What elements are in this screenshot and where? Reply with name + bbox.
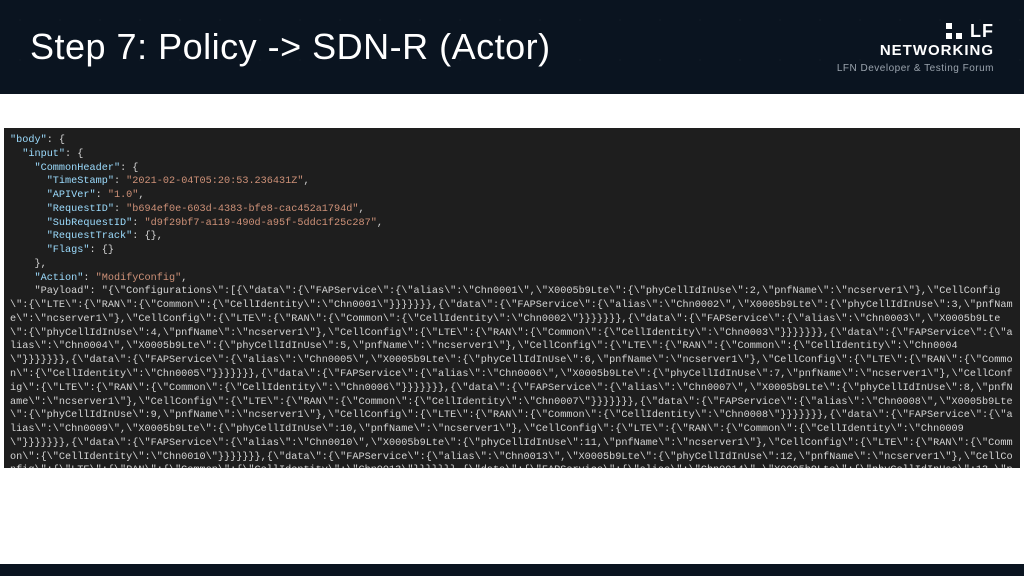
slide-title: Step 7: Policy -> SDN-R (Actor) [30,26,551,68]
logo-block: LF NETWORKING LFN Developer & Testing Fo… [837,21,994,74]
slide-header: Step 7: Policy -> SDN-R (Actor) LF NETWO… [0,0,1024,94]
logo-main-text: NETWORKING [837,42,994,59]
footer-strip [0,564,1024,576]
code-header-lines: "body": { "input": { "CommonHeader": { "… [10,135,383,284]
logo-top-text: LF [970,21,994,42]
logo-sub-text: LFN Developer & Testing Forum [837,63,994,74]
spacer [0,94,1024,128]
lf-logo-icon [944,21,964,41]
code-payload-line: "Payload": "{\"Configurations\":[{\"data… [10,286,1013,468]
code-block: "body": { "input": { "CommonHeader": { "… [4,128,1020,468]
slide: Step 7: Policy -> SDN-R (Actor) LF NETWO… [0,0,1024,576]
